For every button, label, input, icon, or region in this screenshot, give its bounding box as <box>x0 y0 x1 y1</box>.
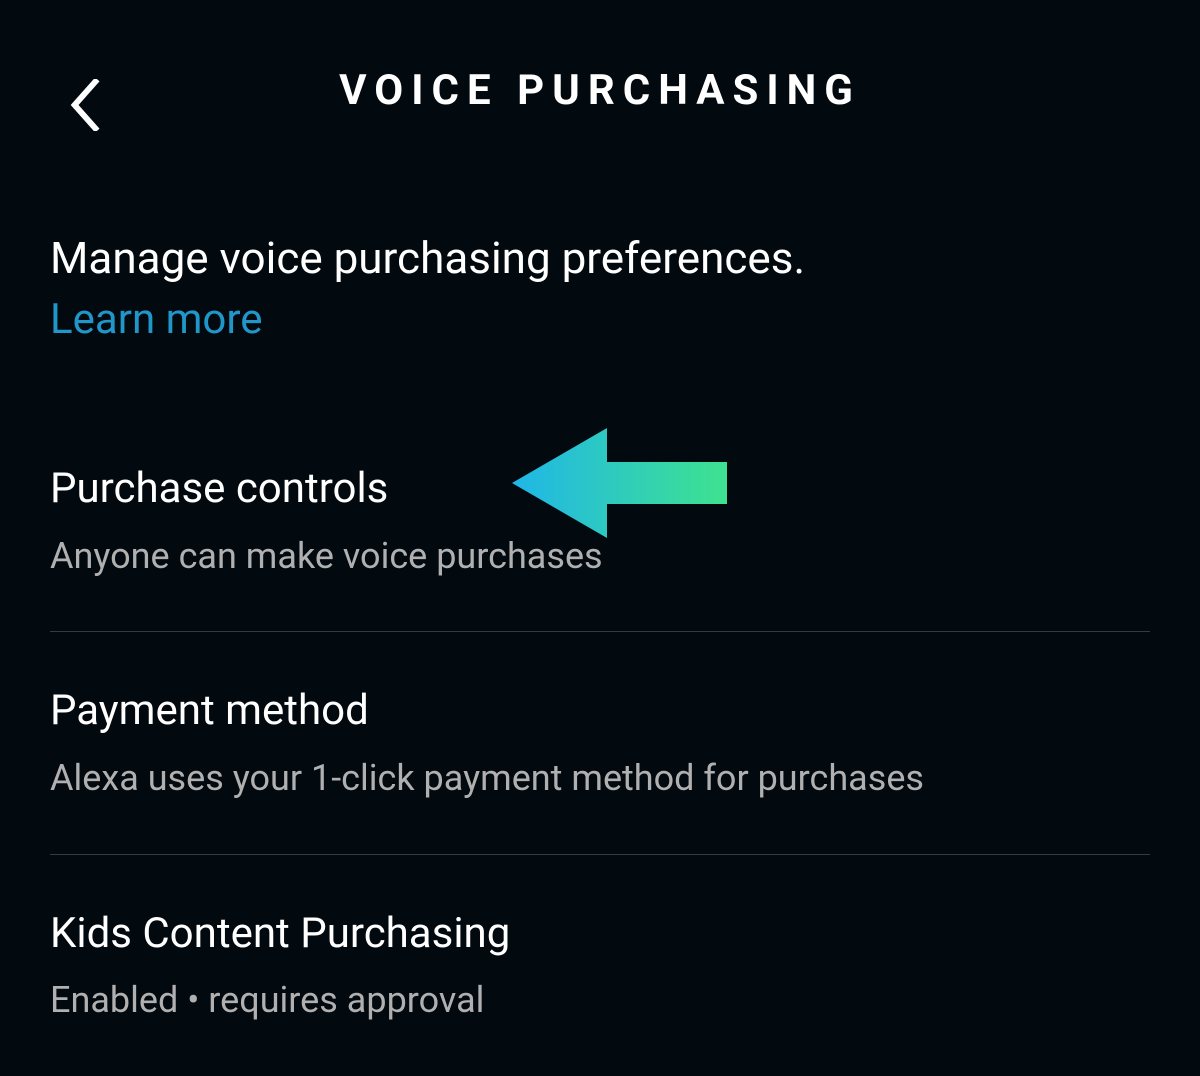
back-button[interactable] <box>60 75 110 135</box>
setting-title: Kids Content Purchasing <box>50 907 1150 962</box>
intro-heading: Manage voice purchasing preferences. <box>50 230 1150 287</box>
learn-more-link[interactable]: Learn more <box>50 291 1150 350</box>
setting-subtitle: Anyone can make voice purchases <box>50 533 1150 580</box>
setting-title: Payment method <box>50 684 1150 739</box>
page-title: VOICE PURCHASING <box>339 66 861 115</box>
setting-payment-method[interactable]: Payment method Alexa uses your 1-click p… <box>50 632 1150 854</box>
setting-title: Purchase controls <box>50 462 1150 517</box>
intro-section: Manage voice purchasing preferences. Lea… <box>50 175 1150 410</box>
content: Manage voice purchasing preferences. Lea… <box>0 175 1200 1076</box>
setting-purchase-controls[interactable]: Purchase controls Anyone can make voice … <box>50 410 1150 632</box>
setting-subtitle: Alexa uses your 1-click payment method f… <box>50 755 1150 802</box>
chevron-left-icon <box>69 79 101 131</box>
header: VOICE PURCHASING <box>0 5 1200 175</box>
setting-subtitle: Enabled • requires approval <box>50 977 1150 1024</box>
setting-kids-content[interactable]: Kids Content Purchasing Enabled • requir… <box>50 855 1150 1076</box>
